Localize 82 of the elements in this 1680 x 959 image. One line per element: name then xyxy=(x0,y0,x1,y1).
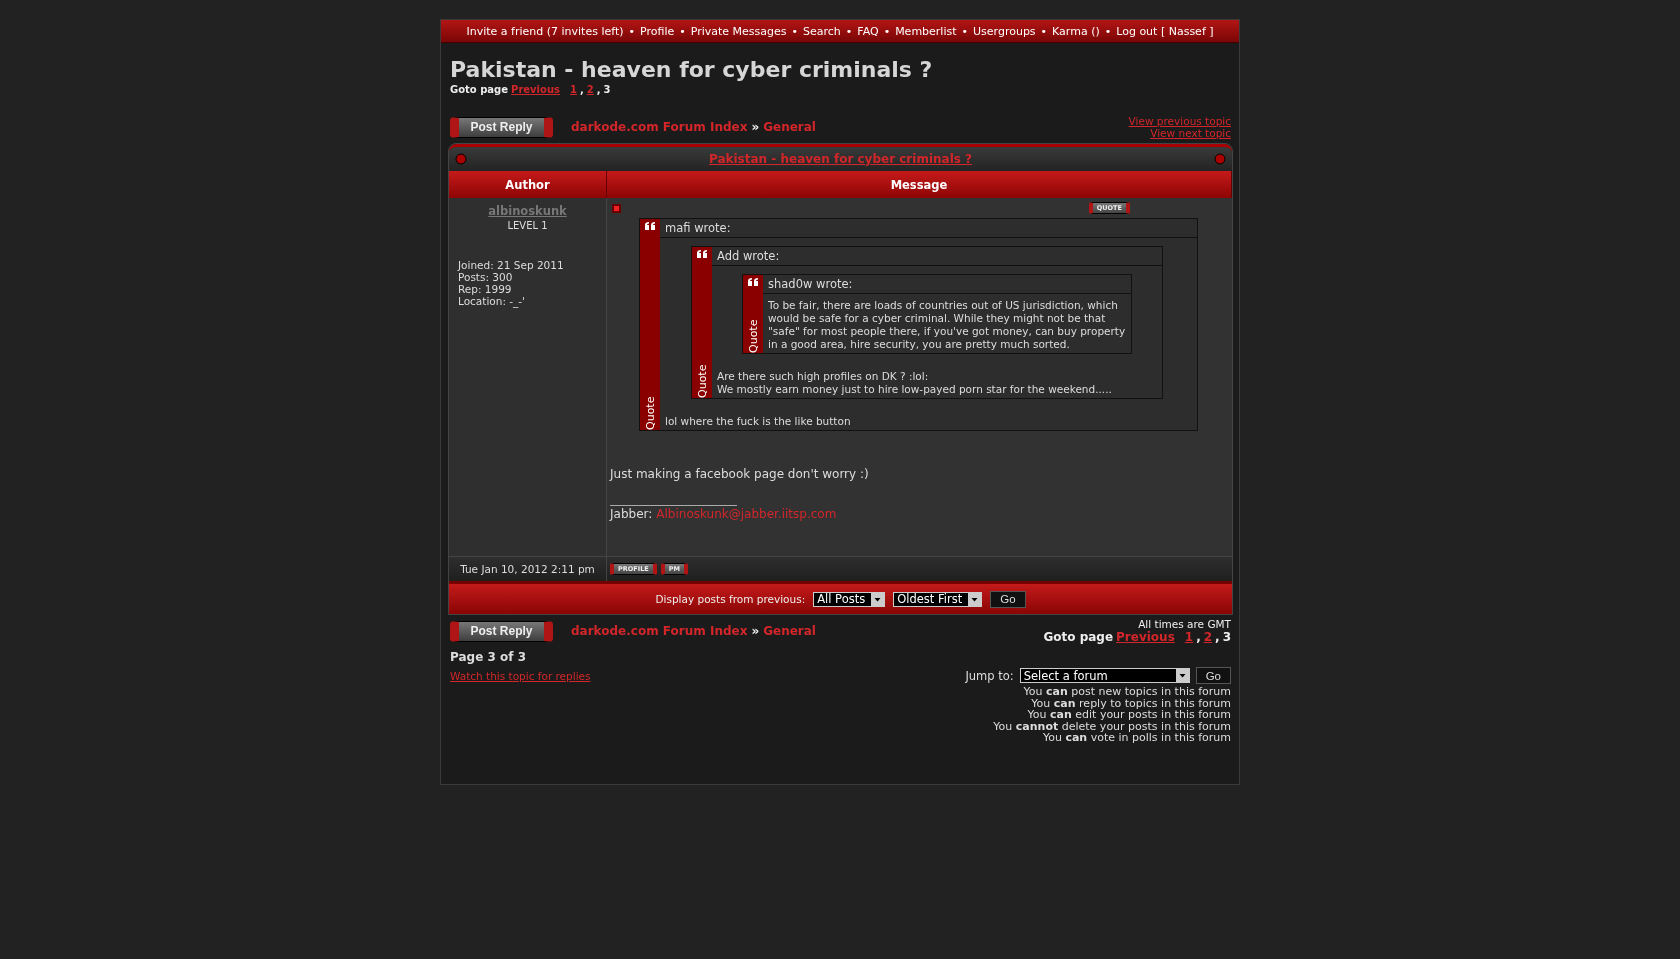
current-page: 3 xyxy=(1222,630,1231,644)
column-header: Author xyxy=(449,171,607,198)
topic-nav-link[interactable]: View next topic xyxy=(1150,127,1231,139)
nav-separator: • xyxy=(883,24,891,38)
quote-text: lol where the fuck is the like button xyxy=(665,415,852,428)
timezone-note: All times are GMT xyxy=(1138,618,1231,630)
post-reply-button[interactable]: Post Reply xyxy=(450,620,553,642)
quote-text: Are there such high profiles on DK ? :lol: We mostly earn money just to hire low-payed porn star for the weekend..... xyxy=(717,370,1113,396)
display-label: Display posts from previous: xyxy=(655,593,806,605)
page-separator: , xyxy=(596,84,601,95)
quote-label: Quote xyxy=(643,395,657,430)
nav-link[interactable]: FAQ xyxy=(857,24,879,38)
watch-topic-link[interactable]: Watch this topic for replies xyxy=(450,670,591,682)
quote-author: mafi wrote: xyxy=(660,219,1197,238)
signature-label: Jabber: xyxy=(610,507,653,521)
nav-separator: • xyxy=(845,24,853,38)
nav-separator: • xyxy=(1040,24,1048,38)
goto-label: Goto page xyxy=(1043,630,1114,644)
page-separator: , xyxy=(1196,630,1201,644)
nav-separator: • xyxy=(679,24,686,38)
nav-link[interactable]: Profile xyxy=(640,24,675,38)
breadcrumb-link[interactable]: General xyxy=(763,120,816,134)
quote-author: Add wrote: xyxy=(712,247,1162,266)
page-separator: , xyxy=(1215,630,1220,644)
jump-label: Jump to: xyxy=(965,668,1014,683)
nav-link[interactable]: Log out [ Nassef ] xyxy=(1116,24,1214,38)
topic-title: Pakistan - heaven for cyber criminals ? xyxy=(450,57,933,82)
author-detail: Rep: 1999 xyxy=(458,283,513,295)
nav-link[interactable]: Search xyxy=(803,24,841,38)
author-detail: Location: -_-' xyxy=(458,295,526,307)
breadcrumb-link[interactable]: darkode.com Forum Index xyxy=(571,624,748,638)
nav-link[interactable]: Usergroups xyxy=(973,24,1036,38)
sort-select[interactable]: Oldest First xyxy=(893,591,983,607)
quote-label: Quote xyxy=(695,363,709,398)
page-link[interactable]: 2 xyxy=(586,84,594,95)
nav-link[interactable]: Invite a friend (7 invites left) xyxy=(466,24,624,38)
nav-separator: • xyxy=(791,24,798,38)
post-reply-button[interactable]: Post Reply xyxy=(450,116,553,138)
breadcrumb-link[interactable]: General xyxy=(763,624,816,638)
nav-link[interactable]: Private Messages xyxy=(690,24,787,38)
nav-link[interactable]: Karma () xyxy=(1052,24,1100,38)
permission-text: You can post new topics in this forum xyxy=(1023,686,1231,698)
go-button[interactable]: Go xyxy=(990,590,1026,608)
nav-link[interactable]: Memberlist xyxy=(895,24,957,38)
post-text: Just making a facebook page don't worry :) xyxy=(610,467,870,481)
circle-icon xyxy=(455,153,467,165)
permission-text: You cannot delete your posts in this forum xyxy=(993,720,1231,732)
page-link[interactable]: 2 xyxy=(1203,630,1213,644)
author-name[interactable]: albinoskunk xyxy=(488,204,567,218)
nav-separator: • xyxy=(1104,24,1112,38)
page-info: Page 3 of 3 xyxy=(450,650,527,664)
column-header: Message xyxy=(607,171,1232,198)
breadcrumb-separator: » xyxy=(751,120,760,134)
goto-label: Goto page xyxy=(450,84,509,95)
author-rank: LEVEL 1 xyxy=(507,220,548,231)
quote-mark-icon xyxy=(644,222,656,230)
forum-select[interactable]: Select a forum xyxy=(1019,668,1190,683)
permission-text: You can vote in polls in this forum xyxy=(1042,732,1231,744)
quote-mark-icon xyxy=(747,278,759,286)
author-detail: Joined: 21 Sep 2011 xyxy=(458,259,565,271)
sort-select[interactable]: All Posts xyxy=(813,591,886,607)
quote-mark-icon xyxy=(696,250,708,258)
go-button[interactable]: Go xyxy=(1195,667,1231,684)
page-link[interactable]: 1 xyxy=(570,84,577,95)
quote-text: To be fair, there are loads of countries out of US jurisdiction, which would be safe for a cyber criminal. While they might not be that "safe" for most people there, if you've got money, can buy property in a good area, hire security, you are pretty much sorted. xyxy=(768,299,1127,351)
topic-nav-link[interactable]: View previous topic xyxy=(1128,115,1231,127)
current-page: 3 xyxy=(603,84,611,95)
previous-link[interactable]: Previous xyxy=(511,84,560,95)
page-link[interactable]: 1 xyxy=(1184,630,1194,644)
permission-text: You can edit your posts in this forum xyxy=(1027,709,1231,721)
permission-text: You can reply to topics in this forum xyxy=(1031,697,1231,709)
nav-separator: • xyxy=(961,24,969,38)
circle-icon xyxy=(1214,153,1226,165)
author-detail: Posts: 300 xyxy=(458,271,514,283)
nav-separator: • xyxy=(628,24,635,38)
page-separator: , xyxy=(579,84,584,95)
quote-label: Quote xyxy=(746,318,760,353)
post-icon xyxy=(612,203,621,213)
breadcrumb-link[interactable]: darkode.com Forum Index xyxy=(571,120,748,134)
previous-link[interactable]: Previous xyxy=(1116,630,1175,644)
quote-author: shad0w wrote: xyxy=(763,275,1131,294)
breadcrumb-separator: » xyxy=(751,624,760,638)
